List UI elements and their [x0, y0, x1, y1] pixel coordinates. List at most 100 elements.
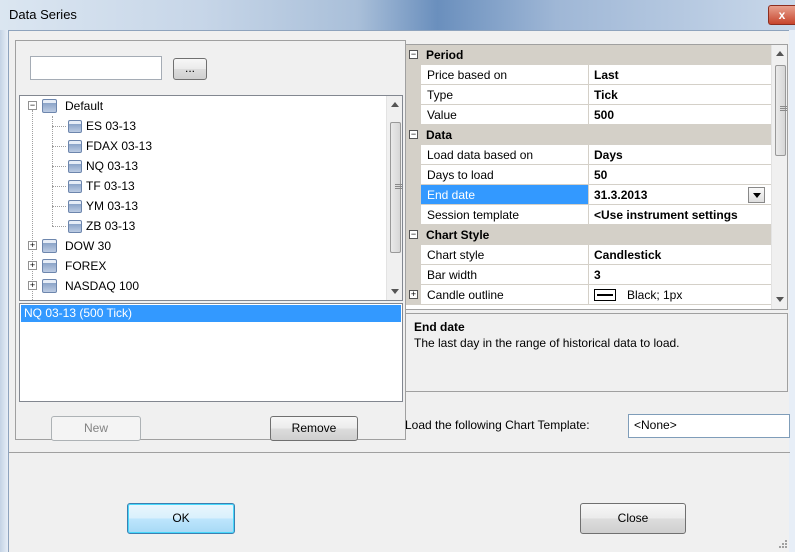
property-value[interactable]: 50 [589, 165, 771, 185]
tree-node-label: NQ 03-13 [86, 159, 139, 173]
collapse-toggle[interactable]: − [409, 130, 418, 139]
property-row-type[interactable]: Type Tick [406, 85, 771, 105]
data-series-list[interactable]: NQ 03-13 (500 Tick) [19, 303, 403, 402]
new-series-button[interactable]: New [51, 416, 141, 441]
property-grid-scroll-thumb[interactable] [775, 65, 787, 156]
swatch-line [597, 294, 613, 296]
instrument-tree[interactable]: − Default ES 03-13 FDAX 03-13 NQ 03-13 T… [19, 95, 403, 301]
property-value[interactable]: Tick [589, 85, 771, 105]
expand-toggle[interactable]: + [28, 241, 37, 250]
list-item[interactable]: NQ 03-13 (500 Tick) [21, 305, 401, 322]
expand-toggle[interactable]: + [28, 281, 37, 290]
grip-dot [782, 546, 784, 548]
window-title: Data Series [9, 7, 77, 22]
category-data[interactable]: − Data [406, 125, 771, 145]
tree-node-instrument[interactable]: NQ 03-13 [20, 156, 380, 176]
category-period[interactable]: − Period [406, 45, 771, 65]
property-row-value[interactable]: Value 500 [406, 105, 771, 125]
property-value-with-swatch[interactable]: Black; 1px [589, 285, 771, 305]
tree-node-label: YM 03-13 [86, 199, 139, 213]
category-chart-style[interactable]: − Chart Style [406, 225, 771, 245]
scroll-down-icon[interactable] [391, 289, 399, 294]
property-description-panel: End date The last day in the range of hi… [405, 313, 788, 392]
database-icon [42, 239, 57, 253]
property-row-load-data-based-on[interactable]: Load data based on Days [406, 145, 771, 165]
tree-node-label: NASDAQ 100 [65, 279, 140, 293]
grid-margin [406, 245, 421, 265]
grip-dot [779, 546, 781, 548]
tree-node-instrument[interactable]: ZB 03-13 [20, 216, 380, 236]
ok-button[interactable]: OK [127, 503, 235, 534]
property-row-days-to-load[interactable]: Days to load 50 [406, 165, 771, 185]
grip-line [395, 186, 402, 187]
property-value[interactable]: Last [589, 65, 771, 85]
tree-scrollbar[interactable] [386, 96, 402, 300]
scroll-up-icon[interactable] [391, 102, 399, 107]
instrument-icon [68, 200, 82, 213]
grip-dot [785, 540, 787, 542]
grid-margin [406, 85, 421, 105]
category-label: Chart Style [426, 228, 490, 242]
scroll-down-icon[interactable] [776, 297, 784, 302]
collapse-toggle[interactable]: − [28, 101, 37, 110]
tree-node-instrument[interactable]: FDAX 03-13 [20, 136, 380, 156]
property-row-chart-style[interactable]: Chart style Candlestick [406, 245, 771, 265]
tree-node-default[interactable]: − Default [20, 96, 380, 116]
grip-line [395, 188, 402, 189]
property-name: Bar width [421, 265, 589, 285]
property-row-candle-outline[interactable]: + Candle outline Black; 1px [406, 285, 771, 305]
collapse-toggle[interactable]: − [409, 230, 418, 239]
window-frame-right [789, 30, 795, 552]
chart-template-select[interactable]: <None> [628, 414, 790, 438]
expand-toggle[interactable]: + [409, 290, 418, 299]
property-row-end-date[interactable]: End date 31.3.2013 [406, 185, 771, 205]
property-value[interactable]: Candlestick [589, 245, 771, 265]
grip-line [780, 106, 787, 107]
tree-node-instrument[interactable]: TF 03-13 [20, 176, 380, 196]
grid-margin [406, 165, 421, 185]
property-row-price-based-on[interactable]: Price based on Last [406, 65, 771, 85]
tree-node-nasdaq-100[interactable]: + NASDAQ 100 [20, 276, 380, 296]
tree-node-label: ES 03-13 [86, 119, 137, 133]
property-name: Days to load [421, 165, 589, 185]
scroll-up-icon[interactable] [776, 51, 784, 56]
instrument-icon [68, 140, 82, 153]
grip-dot [782, 543, 784, 545]
chart-template-label: Load the following Chart Template: [405, 418, 590, 432]
property-value[interactable]: 31.3.2013 [589, 185, 771, 205]
resize-grip-icon[interactable] [776, 537, 788, 549]
property-value[interactable]: 3 [589, 265, 771, 285]
end-date-dropdown-button[interactable] [748, 187, 765, 203]
tree-scroll-thumb[interactable] [390, 122, 402, 253]
property-value[interactable]: Days [589, 145, 771, 165]
property-name: Candle outline [421, 285, 589, 305]
tree-node-instrument[interactable]: YM 03-13 [20, 196, 380, 216]
property-name: Session template [421, 205, 589, 225]
remove-series-button[interactable]: Remove [270, 416, 358, 441]
expand-toggle[interactable]: + [28, 261, 37, 270]
tree-node-instrument[interactable]: ES 03-13 [20, 116, 380, 136]
close-window-button[interactable]: x [768, 5, 795, 25]
property-grid[interactable]: − Period Price based on Last Type Tick V… [405, 44, 788, 310]
category-label: Data [426, 128, 453, 142]
instrument-icon [68, 120, 82, 133]
tree-node-dow-30[interactable]: + DOW 30 [20, 236, 380, 256]
database-icon [42, 259, 57, 273]
browse-instruments-button[interactable]: ... [173, 58, 207, 80]
property-row-bar-width[interactable]: Bar width 3 [406, 265, 771, 285]
title-bar[interactable]: Data Series x [0, 0, 795, 30]
tree-node-forex[interactable]: + FOREX [20, 256, 380, 276]
instrument-icon [68, 220, 82, 233]
property-grid-scrollbar[interactable] [771, 45, 787, 309]
close-button[interactable]: Close [580, 503, 686, 534]
collapse-toggle[interactable]: − [409, 50, 418, 59]
property-value[interactable]: <Use instrument settings [589, 205, 771, 225]
tree-node-label: FOREX [65, 259, 107, 273]
tree-node-label: Default [65, 99, 104, 113]
tree-node-label: TF 03-13 [86, 179, 135, 193]
property-name: Load data based on [421, 145, 589, 165]
property-row-session-template[interactable]: Session template <Use instrument setting… [406, 205, 771, 225]
instrument-search-input[interactable] [30, 56, 162, 80]
grid-margin [406, 65, 421, 85]
property-value[interactable]: 500 [589, 105, 771, 125]
